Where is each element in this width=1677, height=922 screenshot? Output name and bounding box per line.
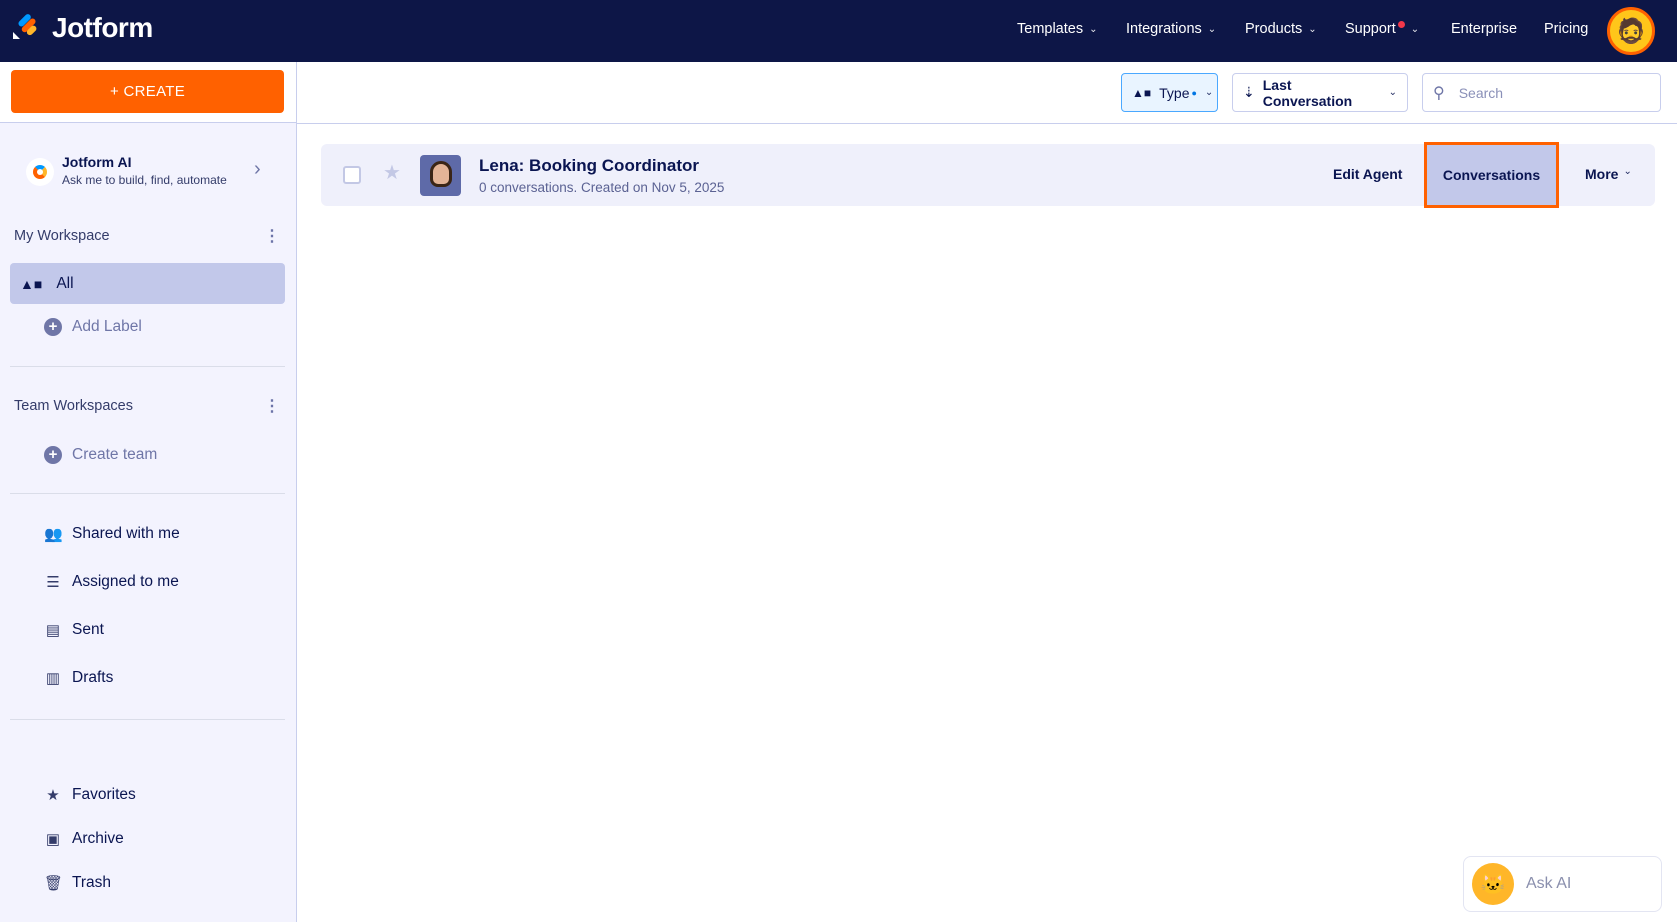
create-button[interactable]: + CREATE bbox=[11, 70, 284, 113]
search-input[interactable]: ⚲ Search bbox=[1422, 73, 1661, 112]
search-icon: ⚲ bbox=[1433, 84, 1445, 102]
ai-subtitle: Ask me to build, find, automate bbox=[62, 173, 227, 187]
agent-title[interactable]: Lena: Booking Coordinator bbox=[479, 156, 699, 176]
sidebar-item-shared[interactable]: 👥 Shared with me bbox=[44, 525, 180, 543]
sidebar-item-trash[interactable]: 🗑 Trash bbox=[44, 874, 111, 892]
more-options-icon[interactable]: ⋮ bbox=[264, 396, 280, 416]
chevron-down-icon: ⌄ bbox=[1207, 23, 1217, 35]
jotform-logo-icon bbox=[13, 14, 37, 39]
ai-mascot-icon: 🐱 bbox=[1472, 863, 1514, 905]
nav-label: Templates bbox=[1017, 21, 1084, 37]
item-label: Sent bbox=[72, 621, 104, 638]
divider bbox=[10, 493, 285, 494]
item-label: Create team bbox=[72, 446, 158, 463]
jotform-ai-entry[interactable]: Jotform AI Ask me to build, find, automa… bbox=[26, 154, 286, 190]
item-label: Drafts bbox=[72, 669, 114, 686]
nav-label: Pricing bbox=[1544, 21, 1589, 37]
item-label: All bbox=[56, 274, 74, 292]
logo-text[interactable]: Jotform bbox=[52, 12, 153, 44]
nav-enterprise[interactable]: Enterprise bbox=[1451, 21, 1517, 37]
chevron-down-icon: ⌄ bbox=[1204, 87, 1214, 98]
plus-circle-icon: + bbox=[44, 318, 62, 336]
chevron-down-icon: ⌄ bbox=[1388, 87, 1397, 98]
type-label: Type bbox=[1159, 84, 1190, 101]
nav-support[interactable]: Support ⌄ bbox=[1345, 20, 1420, 37]
nav-label: Integrations bbox=[1126, 21, 1202, 37]
chevron-down-icon: ⌄ bbox=[1410, 23, 1420, 35]
message-icon: ▤ bbox=[45, 622, 61, 639]
chevron-down-icon: ⌄ bbox=[1308, 23, 1317, 35]
sort-label: Last Conversation bbox=[1262, 76, 1353, 109]
nav-templates[interactable]: Templates ⌄ bbox=[1017, 21, 1097, 37]
chevron-down-icon: ⌄ bbox=[1623, 166, 1632, 177]
divider bbox=[10, 366, 285, 367]
item-label: Assigned to me bbox=[72, 573, 179, 590]
team-workspaces-heading: Team Workspaces bbox=[14, 398, 133, 414]
my-workspace-heading: My Workspace bbox=[14, 228, 110, 244]
sidebar-item-favorites[interactable]: ★ Favorites bbox=[44, 786, 136, 804]
notification-dot bbox=[1397, 20, 1405, 28]
type-filter-button[interactable]: ▲■ Type ● ⌄ bbox=[1121, 73, 1218, 112]
trash-icon: 🗑 bbox=[44, 875, 64, 892]
top-header: Jotform Templates ⌄ Integrations ⌄ Product… bbox=[0, 0, 1677, 62]
toolbar: ▲■ Type ● ⌄ ⇣ Last Conversation ⌄ ⚲ Search bbox=[297, 62, 1677, 124]
chevron-right-icon: › bbox=[254, 158, 261, 180]
agent-avatar bbox=[420, 155, 461, 196]
item-label: Favorites bbox=[72, 786, 136, 803]
sidebar-top: + CREATE bbox=[0, 62, 296, 123]
draft-icon: ▥ bbox=[45, 670, 61, 687]
nav-label: Support bbox=[1345, 21, 1396, 37]
sort-icon: ⇣ bbox=[1243, 84, 1255, 100]
ai-title: Jotform AI bbox=[62, 154, 132, 170]
item-label: Archive bbox=[72, 830, 124, 847]
divider bbox=[10, 719, 285, 720]
agent-row[interactable]: ★ Lena: Booking Coordinator 0 conversati… bbox=[321, 142, 1655, 208]
nav-products[interactable]: Products ⌄ bbox=[1245, 21, 1317, 37]
more-options-icon[interactable]: ⋮ bbox=[264, 226, 280, 246]
item-label: Add Label bbox=[72, 318, 142, 335]
grid-shapes-icon: ▲■ bbox=[20, 275, 43, 292]
more-button[interactable]: More ⌄ bbox=[1585, 166, 1632, 182]
grid-shapes-icon: ▲■ bbox=[1132, 85, 1152, 100]
create-team-button[interactable]: + Create team bbox=[44, 446, 157, 464]
checklist-icon: ☰ bbox=[46, 574, 60, 591]
star-icon: ★ bbox=[46, 787, 60, 804]
sort-button[interactable]: ⇣ Last Conversation ⌄ bbox=[1232, 73, 1408, 112]
item-label: Trash bbox=[72, 874, 112, 891]
more-label: More bbox=[1585, 166, 1619, 182]
ask-ai-label: Ask AI bbox=[1526, 875, 1572, 892]
active-dot: ● bbox=[1191, 87, 1197, 98]
add-label-button[interactable]: + Add Label bbox=[44, 318, 142, 336]
search-placeholder: Search bbox=[1458, 84, 1504, 101]
plus-circle-icon: + bbox=[44, 446, 62, 464]
select-checkbox[interactable] bbox=[343, 166, 361, 184]
sidebar-item-archive[interactable]: ▣ Archive bbox=[44, 830, 124, 848]
sidebar: + CREATE Jotform AI Ask me to build, fin… bbox=[0, 62, 297, 922]
chevron-down-icon: ⌄ bbox=[1089, 23, 1098, 35]
nav-pricing[interactable]: Pricing bbox=[1544, 21, 1588, 37]
sidebar-item-drafts[interactable]: ▥ Drafts bbox=[44, 669, 113, 687]
sidebar-item-all[interactable]: ▲■ All bbox=[10, 263, 285, 304]
jotform-ai-icon bbox=[26, 158, 54, 186]
conversations-label: Conversations bbox=[1442, 167, 1541, 183]
star-icon[interactable]: ★ bbox=[383, 160, 401, 185]
ask-ai-button[interactable]: 🐱 Ask AI bbox=[1463, 856, 1662, 912]
edit-agent-button[interactable]: Edit Agent bbox=[1333, 166, 1402, 182]
nav-integrations[interactable]: Integrations ⌄ bbox=[1126, 21, 1216, 37]
sidebar-item-sent[interactable]: ▤ Sent bbox=[44, 621, 104, 639]
agent-subtitle: 0 conversations. Created on Nov 5, 2025 bbox=[479, 180, 725, 195]
sidebar-item-assigned[interactable]: ☰ Assigned to me bbox=[44, 573, 179, 591]
item-label: Shared with me bbox=[72, 525, 180, 542]
users-icon: 👥 bbox=[44, 526, 63, 543]
nav-label: Enterprise bbox=[1451, 21, 1518, 37]
archive-icon: ▣ bbox=[45, 831, 61, 848]
conversations-button[interactable]: Conversations bbox=[1424, 142, 1559, 208]
nav-label: Products bbox=[1245, 21, 1303, 37]
user-avatar[interactable]: 🧔 bbox=[1607, 7, 1655, 55]
